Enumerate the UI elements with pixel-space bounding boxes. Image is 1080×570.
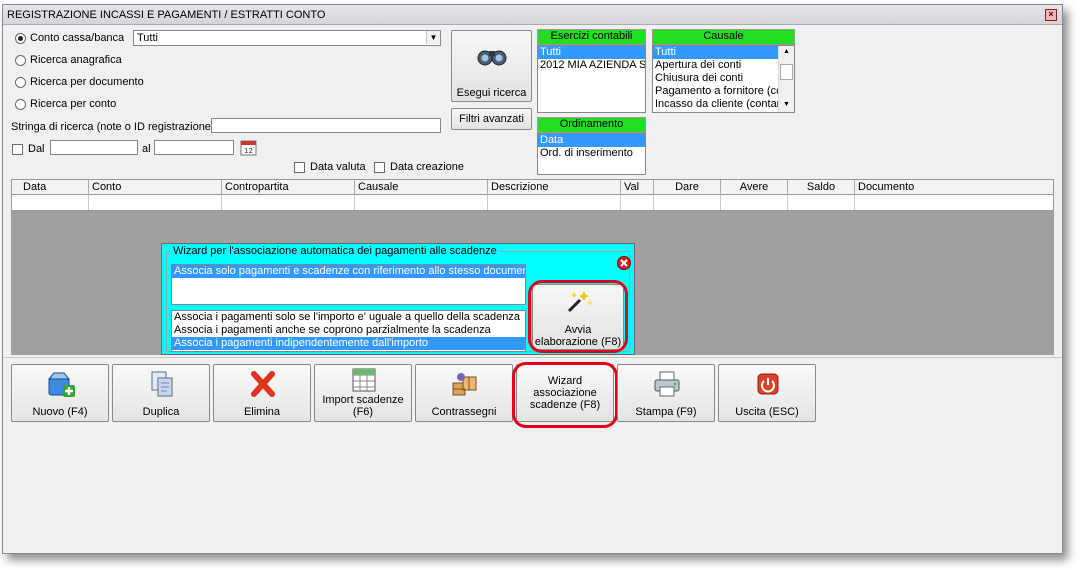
highlight-ring [528,280,628,353]
radio-ricerca-documento-label: Ricerca per documento [30,76,144,88]
search-string-input[interactable] [211,118,441,133]
close-icon[interactable] [617,256,631,270]
list-item[interactable]: Pagamento a fornitore (co [653,85,779,98]
calendar-icon[interactable]: 12 [240,139,257,156]
wizard-title: Wizard per l'associazione automatica dei… [171,245,499,257]
search-string-label: Stringa di ricerca (note o ID registrazi… [11,121,215,133]
al-label: al [142,143,151,155]
stampa-button[interactable]: Stampa (F9) [617,364,715,422]
account-select[interactable]: Tutti ▼ [133,30,441,46]
list-item[interactable]: Associa i pagamenti indipendentemente da… [172,337,525,350]
list-item[interactable]: 2012 MIA AZIENDA S [538,59,645,72]
main-window: REGISTRAZIONE INCASSI E PAGAMENTI / ESTR… [2,4,1063,554]
contrassegni-label: Contrassegni [431,406,497,418]
esegui-ricerca-button[interactable]: Esegui ricerca [451,30,532,102]
nuovo-label: Nuovo (F4) [32,406,88,418]
list-item[interactable]: Tutti [653,46,779,59]
causale-header: Causale [652,29,795,45]
data-valuta-label: Data valuta [310,161,366,173]
printer-icon [652,369,682,399]
window-title: REGISTRAZIONE INCASSI E PAGAMENTI / ESTR… [7,9,326,21]
list-item[interactable]: Chiusura dei conti [653,72,779,85]
close-icon[interactable]: × [1045,9,1057,21]
wizard-panel: Wizard per l'associazione automatica dei… [161,243,635,355]
radio-ricerca-conto[interactable] [15,99,26,110]
esercizi-list[interactable]: Tutti 2012 MIA AZIENDA S [537,45,646,113]
causale-list[interactable]: Tutti Apertura dei conti Chiusura dei co… [652,45,795,113]
scroll-up-icon[interactable]: ▲ [783,48,790,55]
radio-conto-cassa-label: Conto cassa/banca [30,32,125,44]
col-descrizione[interactable]: Descrizione [488,180,621,195]
ordinamento-list[interactable]: Data Ord. di inserimento [537,133,646,175]
highlight-ring [512,362,618,428]
date-to-input[interactable] [154,140,234,155]
new-item-icon [46,369,76,399]
nuovo-button[interactable]: Nuovo (F4) [11,364,109,422]
radio-ricerca-documento[interactable] [15,77,26,88]
esegui-ricerca-label: Esegui ricerca [456,87,527,99]
causale-scrollbar[interactable]: ▲ ▼ [778,46,794,112]
esercizi-header: Esercizi contabili [537,29,646,45]
delete-x-icon [248,369,278,399]
import-label-1: Import scadenze [322,394,404,406]
data-valuta-checkbox[interactable] [294,162,305,173]
radio-ricerca-conto-label: Ricerca per conto [30,98,117,110]
boxes-icon [450,369,480,399]
radio-ricerca-anagrafica-label: Ricerca anagrafica [30,54,122,66]
col-val[interactable]: Val [621,180,654,195]
wizard-top-list[interactable]: Associa solo pagamenti e scadenze con ri… [171,264,526,305]
data-creazione-checkbox[interactable] [374,162,385,173]
list-item[interactable]: Data [538,134,645,147]
radio-conto-cassa[interactable] [15,33,26,44]
scroll-thumb[interactable] [780,64,793,80]
title-bar: REGISTRAZIONE INCASSI E PAGAMENTI / ESTR… [3,5,1062,25]
col-conto[interactable]: Conto [89,180,222,195]
col-data[interactable]: Data [20,180,89,195]
date-from-input[interactable] [50,140,138,155]
binoculars-icon [476,45,508,67]
power-icon [753,369,783,399]
col-avere[interactable]: Avere [721,180,788,195]
uscita-button[interactable]: Uscita (ESC) [718,364,816,422]
duplica-label: Duplica [142,406,180,418]
stampa-label: Stampa (F9) [635,406,697,418]
uscita-label: Uscita (ESC) [735,406,799,418]
svg-text:12: 12 [244,147,253,155]
list-item[interactable]: Associa i pagamenti solo se l'importo e'… [172,311,525,324]
elimina-label: Elimina [243,406,281,418]
import-label-2: (F6) [352,406,374,418]
table-row[interactable] [11,195,1054,211]
col-documento[interactable]: Documento [855,180,1053,195]
ordinamento-header: Ordinamento [537,117,646,133]
import-scadenze-button[interactable]: Import scadenze (F6) [314,364,412,422]
chevron-down-icon[interactable]: ▼ [426,31,440,44]
list-item[interactable]: Associa i pagamenti anche se coprono par… [172,324,525,337]
dal-label: Dal [28,143,45,155]
account-select-value: Tutti [137,32,158,44]
data-creazione-label: Data creazione [390,161,464,173]
col-contropartita[interactable]: Contropartita [222,180,355,195]
col-dare[interactable]: Dare [654,180,721,195]
wizard-bottom-list[interactable]: Associa i pagamenti solo se l'importo e'… [171,310,526,352]
grid-header: Data Conto Contropartita Causale Descriz… [11,179,1054,195]
spreadsheet-icon [349,367,379,397]
col-causale[interactable]: Causale [355,180,488,195]
dal-checkbox[interactable] [12,144,23,155]
list-item[interactable]: Ord. di inserimento [538,147,645,160]
list-item[interactable]: Apertura dei conti [653,59,779,72]
radio-ricerca-anagrafica[interactable] [15,55,26,66]
filtri-avanzati-button[interactable]: Filtri avanzati [451,108,532,130]
scroll-down-icon[interactable]: ▼ [783,101,790,108]
contrassegni-button[interactable]: Contrassegni [415,364,513,422]
list-item[interactable]: Incasso da cliente (contar [653,98,779,111]
duplica-button[interactable]: Duplica [112,364,210,422]
elimina-button[interactable]: Elimina [213,364,311,422]
duplicate-icon [147,369,177,399]
bottom-toolbar: Nuovo (F4) Duplica Elimina Import scaden… [3,357,1062,430]
list-item[interactable]: Associa solo pagamenti e scadenze con ri… [172,265,525,278]
col-saldo[interactable]: Saldo [788,180,855,195]
list-item[interactable]: Tutti [538,46,645,59]
